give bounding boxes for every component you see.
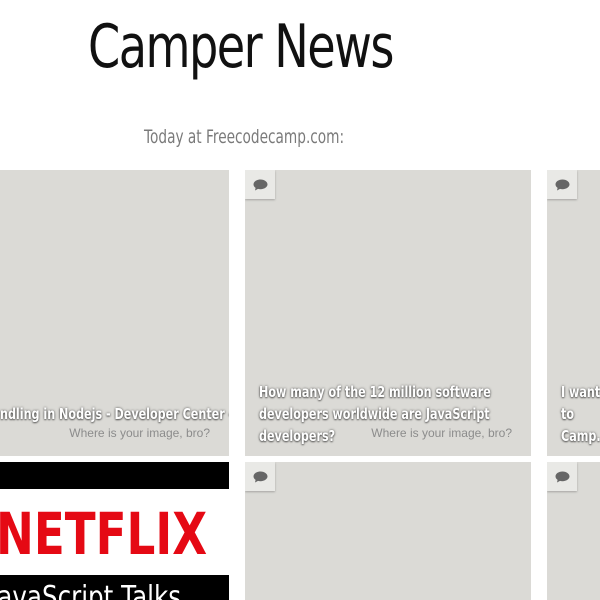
comment-icon — [555, 179, 569, 190]
news-card: Where is your image, bro? How many of th… — [245, 170, 531, 456]
news-card: NETFLIX JavaScript Talks — [0, 462, 229, 600]
comment-button[interactable] — [245, 462, 275, 491]
news-card-link[interactable] — [245, 462, 531, 600]
news-headline[interactable]: ndling in Nodejs - Developer Center - — [0, 403, 229, 425]
comment-icon — [253, 471, 267, 482]
comment-icon — [253, 179, 267, 190]
netflix-logo: NETFLIX — [0, 500, 208, 568]
news-card — [245, 462, 531, 600]
comment-button[interactable] — [245, 170, 275, 199]
news-headline[interactable]: How many of the 12 million software deve… — [259, 381, 531, 447]
image-placeholder-text: Where is your image, bro? — [69, 426, 210, 440]
comment-icon — [555, 471, 569, 482]
comment-button[interactable] — [547, 170, 577, 199]
comment-button[interactable] — [547, 462, 577, 491]
netflix-banner-text: JavaScript Talks — [0, 580, 182, 600]
news-card: Where is your image, bro? ndling in Node… — [0, 170, 229, 456]
news-card — [547, 462, 600, 600]
netflix-banner-top — [0, 462, 229, 489]
news-grid: Where is your image, bro? ndling in Node… — [0, 0, 600, 600]
news-card: I want to Camp. — [547, 170, 600, 456]
netflix-banner-bottom: JavaScript Talks — [0, 575, 229, 600]
news-headline[interactable]: I want to Camp. — [561, 381, 600, 447]
